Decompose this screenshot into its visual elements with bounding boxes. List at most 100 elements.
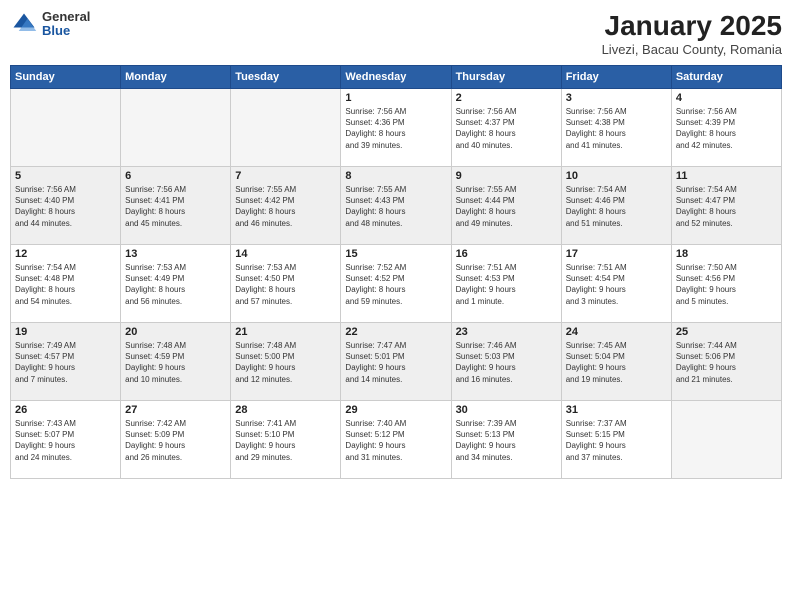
- day-info: Sunrise: 7:51 AM Sunset: 4:53 PM Dayligh…: [456, 262, 557, 307]
- day-info: Sunrise: 7:54 AM Sunset: 4:47 PM Dayligh…: [676, 184, 777, 229]
- day-info: Sunrise: 7:46 AM Sunset: 5:03 PM Dayligh…: [456, 340, 557, 385]
- header-tuesday: Tuesday: [231, 66, 341, 89]
- day-number: 13: [125, 248, 226, 260]
- day-info: Sunrise: 7:45 AM Sunset: 5:04 PM Dayligh…: [566, 340, 667, 385]
- day-info: Sunrise: 7:37 AM Sunset: 5:15 PM Dayligh…: [566, 418, 667, 463]
- calendar-day-cell: 18Sunrise: 7:50 AM Sunset: 4:56 PM Dayli…: [671, 245, 781, 323]
- header-sunday: Sunday: [11, 66, 121, 89]
- logo-general-text: General: [42, 10, 90, 24]
- day-number: 10: [566, 170, 667, 182]
- calendar-day-cell: 20 Sunrise: 7:48 AM Sunset: 4:59 PM Dayli…: [121, 323, 231, 401]
- day-number: 16: [456, 248, 557, 260]
- calendar-day-cell: 9 Sunrise: 7:55 AM Sunset: 4:44 PM Daylig…: [451, 167, 561, 245]
- calendar-day-cell: 25 Sunrise: 7:44 AM Sunset: 5:06 PM Dayli…: [671, 323, 781, 401]
- day-info: Sunrise: 7:52 AM Sunset: 4:52 PM Dayligh…: [345, 262, 446, 307]
- header-thursday: Thursday: [451, 66, 561, 89]
- logo-blue-text: Blue: [42, 24, 90, 38]
- calendar-day-cell: [671, 401, 781, 479]
- logo-text: General Blue: [42, 10, 90, 39]
- day-info: Sunrise: 7:41 AM Sunset: 5:10 PM Dayligh…: [235, 418, 336, 463]
- calendar-week-row: 1 Sunrise: 7:56 AM Sunset: 4:36 PM Daylig…: [11, 89, 782, 167]
- day-number: 28: [235, 404, 336, 416]
- day-info: Sunrise: 7:44 AM Sunset: 5:06 PM Dayligh…: [676, 340, 777, 385]
- day-number: 22: [345, 326, 446, 338]
- day-info: Sunrise: 7:56 AM Sunset: 4:36 PM Dayligh…: [345, 106, 446, 151]
- day-info: Sunrise: 7:55 AM Sunset: 4:43 PM Dayligh…: [345, 184, 446, 229]
- calendar-week-row: 19 Sunrise: 7:49 AM Sunset: 4:57 PM Dayli…: [11, 323, 782, 401]
- day-number: 8: [345, 170, 446, 182]
- calendar-day-cell: 7 Sunrise: 7:55 AM Sunset: 4:42 PM Daylig…: [231, 167, 341, 245]
- calendar-day-cell: 29 Sunrise: 7:40 AM Sunset: 5:12 PM Dayli…: [341, 401, 451, 479]
- calendar-day-cell: 26Sunrise: 7:43 AM Sunset: 5:07 PM Dayli…: [11, 401, 121, 479]
- header-friday: Friday: [561, 66, 671, 89]
- calendar-day-cell: 10 Sunrise: 7:54 AM Sunset: 4:46 PM Dayli…: [561, 167, 671, 245]
- calendar-day-cell: 11Sunrise: 7:54 AM Sunset: 4:47 PM Dayli…: [671, 167, 781, 245]
- calendar-day-cell: [11, 89, 121, 167]
- day-number: 15: [345, 248, 446, 260]
- calendar-day-cell: 16 Sunrise: 7:51 AM Sunset: 4:53 PM Dayli…: [451, 245, 561, 323]
- day-info: Sunrise: 7:48 AM Sunset: 4:59 PM Dayligh…: [125, 340, 226, 385]
- day-info: Sunrise: 7:42 AM Sunset: 5:09 PM Dayligh…: [125, 418, 226, 463]
- day-number: 3: [566, 92, 667, 104]
- day-info: Sunrise: 7:51 AM Sunset: 4:54 PM Dayligh…: [566, 262, 667, 307]
- header-monday: Monday: [121, 66, 231, 89]
- day-info: Sunrise: 7:55 AM Sunset: 4:42 PM Dayligh…: [235, 184, 336, 229]
- day-info: Sunrise: 7:55 AM Sunset: 4:44 PM Dayligh…: [456, 184, 557, 229]
- calendar-week-row: 5Sunrise: 7:56 AM Sunset: 4:40 PM Daylig…: [11, 167, 782, 245]
- day-number: 17: [566, 248, 667, 260]
- day-number: 9: [456, 170, 557, 182]
- logo: General Blue: [10, 10, 90, 39]
- calendar-day-cell: 12 Sunrise: 7:54 AM Sunset: 4:48 PM Dayli…: [11, 245, 121, 323]
- day-info: Sunrise: 7:50 AM Sunset: 4:56 PM Dayligh…: [676, 262, 777, 307]
- day-number: 24: [566, 326, 667, 338]
- calendar-day-cell: 24 Sunrise: 7:45 AM Sunset: 5:04 PM Dayli…: [561, 323, 671, 401]
- day-number: 27: [125, 404, 226, 416]
- calendar-day-cell: 21Sunrise: 7:48 AM Sunset: 5:00 PM Dayli…: [231, 323, 341, 401]
- day-number: 6: [125, 170, 226, 182]
- day-number: 26: [15, 404, 116, 416]
- header-wednesday: Wednesday: [341, 66, 451, 89]
- day-number: 30: [456, 404, 557, 416]
- calendar-day-cell: 23 Sunrise: 7:46 AM Sunset: 5:03 PM Dayli…: [451, 323, 561, 401]
- calendar-day-cell: 14 Sunrise: 7:53 AM Sunset: 4:50 PM Dayli…: [231, 245, 341, 323]
- day-number: 14: [235, 248, 336, 260]
- calendar-week-row: 12 Sunrise: 7:54 AM Sunset: 4:48 PM Dayli…: [11, 245, 782, 323]
- day-number: 25: [676, 326, 777, 338]
- day-info: Sunrise: 7:40 AM Sunset: 5:12 PM Dayligh…: [345, 418, 446, 463]
- day-number: 4: [676, 92, 777, 104]
- calendar-day-cell: 4Sunrise: 7:56 AM Sunset: 4:39 PM Daylig…: [671, 89, 781, 167]
- calendar-week-row: 26Sunrise: 7:43 AM Sunset: 5:07 PM Dayli…: [11, 401, 782, 479]
- day-number: 23: [456, 326, 557, 338]
- day-number: 20: [125, 326, 226, 338]
- day-info: Sunrise: 7:53 AM Sunset: 4:49 PM Dayligh…: [125, 262, 226, 307]
- calendar-day-cell: 2 Sunrise: 7:56 AM Sunset: 4:37 PM Daylig…: [451, 89, 561, 167]
- day-info: Sunrise: 7:54 AM Sunset: 4:48 PM Dayligh…: [15, 262, 116, 307]
- day-info: Sunrise: 7:48 AM Sunset: 5:00 PM Dayligh…: [235, 340, 336, 385]
- calendar-day-cell: 13 Sunrise: 7:53 AM Sunset: 4:49 PM Dayli…: [121, 245, 231, 323]
- day-info: Sunrise: 7:39 AM Sunset: 5:13 PM Dayligh…: [456, 418, 557, 463]
- day-number: 5: [15, 170, 116, 182]
- day-info: Sunrise: 7:54 AM Sunset: 4:46 PM Dayligh…: [566, 184, 667, 229]
- day-number: 1: [345, 92, 446, 104]
- calendar-day-cell: 8 Sunrise: 7:55 AM Sunset: 4:43 PM Daylig…: [341, 167, 451, 245]
- calendar-day-cell: 27 Sunrise: 7:42 AM Sunset: 5:09 PM Dayli…: [121, 401, 231, 479]
- calendar-day-cell: 17 Sunrise: 7:51 AM Sunset: 4:54 PM Dayli…: [561, 245, 671, 323]
- calendar-day-cell: 15 Sunrise: 7:52 AM Sunset: 4:52 PM Dayli…: [341, 245, 451, 323]
- subtitle: Livezi, Bacau County, Romania: [602, 42, 782, 57]
- calendar-day-cell: 19 Sunrise: 7:49 AM Sunset: 4:57 PM Dayli…: [11, 323, 121, 401]
- header-saturday: Saturday: [671, 66, 781, 89]
- calendar-day-cell: 5Sunrise: 7:56 AM Sunset: 4:40 PM Daylig…: [11, 167, 121, 245]
- day-number: 7: [235, 170, 336, 182]
- calendar-day-cell: 3Sunrise: 7:56 AM Sunset: 4:38 PM Daylig…: [561, 89, 671, 167]
- calendar-day-cell: 31 Sunrise: 7:37 AM Sunset: 5:15 PM Dayli…: [561, 401, 671, 479]
- calendar-table: Sunday Monday Tuesday Wednesday Thursday…: [10, 65, 782, 479]
- day-number: 12: [15, 248, 116, 260]
- day-info: Sunrise: 7:56 AM Sunset: 4:37 PM Dayligh…: [456, 106, 557, 151]
- day-info: Sunrise: 7:49 AM Sunset: 4:57 PM Dayligh…: [15, 340, 116, 385]
- calendar-day-cell: 6Sunrise: 7:56 AM Sunset: 4:41 PM Daylig…: [121, 167, 231, 245]
- day-number: 19: [15, 326, 116, 338]
- day-number: 29: [345, 404, 446, 416]
- day-number: 31: [566, 404, 667, 416]
- day-number: 2: [456, 92, 557, 104]
- day-info: Sunrise: 7:53 AM Sunset: 4:50 PM Dayligh…: [235, 262, 336, 307]
